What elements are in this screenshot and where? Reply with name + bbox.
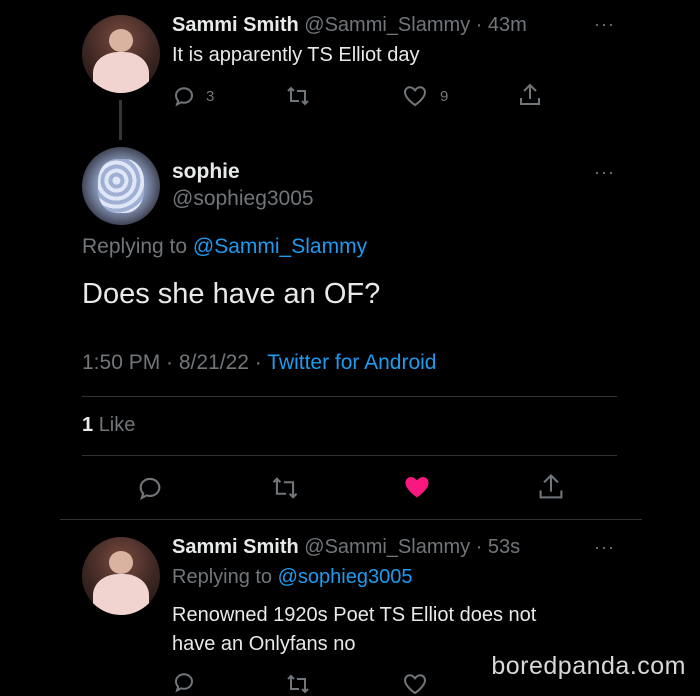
avatar-face xyxy=(108,29,134,53)
display-name[interactable]: sophie xyxy=(172,160,240,184)
share-icon[interactable] xyxy=(517,82,543,108)
divider xyxy=(82,455,617,456)
like-total: 1 xyxy=(82,414,94,436)
avatar[interactable] xyxy=(82,15,160,93)
retweet-icon[interactable] xyxy=(285,84,311,108)
like-icon[interactable] xyxy=(402,672,428,696)
replying-to-label: Replying to xyxy=(172,566,273,588)
avatar-image xyxy=(97,158,145,214)
username[interactable]: @Sammi_Slammy xyxy=(304,536,470,558)
replying-to-label: Replying to xyxy=(82,235,188,258)
avatar[interactable] xyxy=(82,147,160,225)
tweet-header: Sammi Smith @Sammi_Slammy · 53s xyxy=(172,536,520,559)
display-name[interactable]: Sammi Smith xyxy=(172,14,299,36)
tweet-header: Sammi Smith @Sammi_Slammy · 43m xyxy=(172,14,527,37)
more-options-icon[interactable]: ··· xyxy=(594,162,615,183)
more-options-icon[interactable]: ··· xyxy=(594,537,615,558)
timestamp[interactable]: · 53s xyxy=(476,536,520,558)
like-icon[interactable] xyxy=(402,84,428,108)
tweet-source[interactable]: Twitter for Android xyxy=(267,351,436,374)
username[interactable]: @sophieg3005 xyxy=(172,187,314,211)
tweet-meta: 1:50 PM · 8/21/22 · Twitter for Android xyxy=(82,351,436,375)
like-count: 9 xyxy=(440,88,449,105)
replying-to-handle[interactable]: @sophieg3005 xyxy=(278,566,413,588)
timestamp[interactable]: · 43m xyxy=(476,14,527,36)
more-options-icon[interactable]: ··· xyxy=(594,14,615,35)
replying-to-handle[interactable]: @Sammi_Slammy xyxy=(193,235,367,258)
username[interactable]: @Sammi_Slammy xyxy=(304,14,470,36)
like-summary[interactable]: 1 Like xyxy=(82,414,135,437)
tweet-text: It is apparently TS Elliot day xyxy=(172,44,420,66)
retweet-icon[interactable] xyxy=(270,474,300,502)
share-icon[interactable] xyxy=(536,472,566,502)
replying-to: Replying to @sophieg3005 xyxy=(172,566,412,589)
retweet-icon[interactable] xyxy=(285,672,311,696)
tweet-text-line-1: Renowned 1920s Poet TS Elliot does not xyxy=(172,604,537,626)
reply-icon[interactable] xyxy=(136,474,164,502)
divider xyxy=(82,396,617,397)
liked-heart-icon[interactable] xyxy=(402,473,432,501)
divider xyxy=(60,519,642,520)
avatar[interactable] xyxy=(82,537,160,615)
avatar-face xyxy=(108,551,134,575)
tweet-text-line-2: have an Onlyfans no xyxy=(172,633,356,655)
reply-icon[interactable] xyxy=(172,670,196,694)
reply-count: 3 xyxy=(206,88,215,105)
display-name[interactable]: Sammi Smith xyxy=(172,536,299,558)
tweet-datetime[interactable]: 1:50 PM · 8/21/22 · xyxy=(82,351,262,374)
reply-icon[interactable] xyxy=(172,84,196,108)
thread-connector-line xyxy=(119,100,122,140)
avatar-image xyxy=(92,52,150,93)
avatar-image xyxy=(92,574,150,615)
tweet-text: Does she have an OF? xyxy=(82,278,381,310)
replying-to: Replying to @Sammi_Slammy xyxy=(82,235,367,259)
watermark: boredpanda.com xyxy=(491,652,686,680)
like-label: Like xyxy=(98,414,136,436)
